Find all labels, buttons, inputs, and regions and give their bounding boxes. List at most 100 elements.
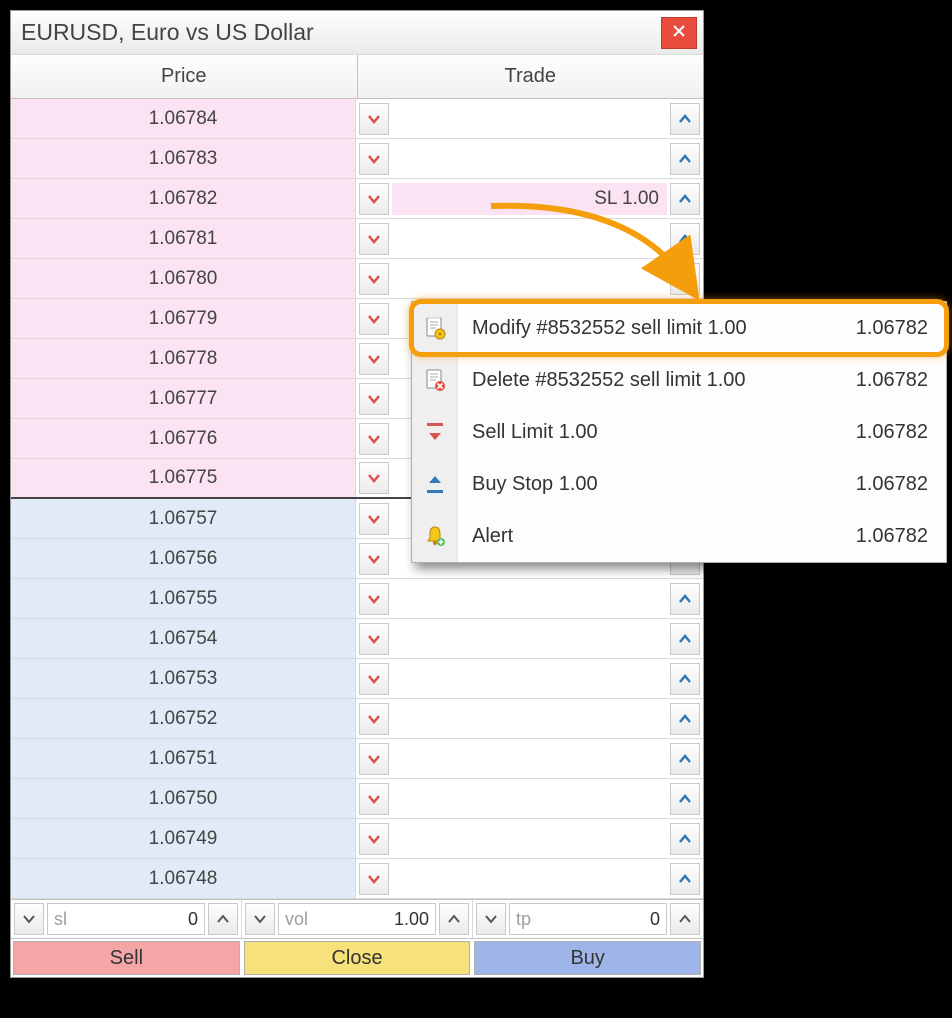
vol-input[interactable]: vol 1.00	[278, 903, 436, 935]
trade-label	[392, 143, 667, 175]
price-cell: 1.06757	[11, 499, 356, 538]
tp-decrement[interactable]	[476, 903, 506, 935]
trade-label	[392, 223, 667, 255]
close-button[interactable]	[661, 17, 697, 49]
price-row[interactable]: 1.06781	[11, 219, 703, 259]
context-menu-price: 1.06782	[856, 525, 946, 548]
row-sell-button[interactable]	[359, 663, 389, 695]
sl-input[interactable]: sl 0	[47, 903, 205, 935]
context-menu-label: Sell Limit 1.00	[458, 421, 598, 444]
row-sell-button[interactable]	[359, 383, 389, 415]
row-sell-button[interactable]	[359, 823, 389, 855]
row-buy-button[interactable]	[670, 103, 700, 135]
price-cell: 1.06782	[11, 179, 356, 218]
row-sell-button[interactable]	[359, 583, 389, 615]
context-menu-price: 1.06782	[856, 421, 946, 444]
chevron-up-icon	[678, 632, 692, 646]
trade-label	[392, 743, 667, 775]
sell-button[interactable]: Sell	[13, 941, 240, 975]
price-cell: 1.06778	[11, 339, 356, 378]
row-sell-button[interactable]	[359, 462, 389, 494]
row-sell-button[interactable]	[359, 623, 389, 655]
vol-label: vol	[285, 909, 308, 930]
tp-input[interactable]: tp 0	[509, 903, 667, 935]
row-sell-button[interactable]	[359, 783, 389, 815]
context-menu-item[interactable]: Buy Stop 1.001.06782	[412, 458, 946, 510]
chevron-down-icon	[367, 592, 381, 606]
trade-cell	[356, 619, 703, 658]
price-row[interactable]: 1.06780	[11, 259, 703, 299]
vol-decrement[interactable]	[245, 903, 275, 935]
row-sell-button[interactable]	[359, 303, 389, 335]
vol-increment[interactable]	[439, 903, 469, 935]
trade-label	[392, 823, 667, 855]
chevron-down-icon	[22, 912, 36, 926]
trade-label	[392, 103, 667, 135]
price-row[interactable]: 1.06752	[11, 699, 703, 739]
tp-label: tp	[516, 909, 531, 930]
row-sell-button[interactable]	[359, 143, 389, 175]
chevron-up-icon	[678, 232, 692, 246]
row-buy-button[interactable]	[670, 743, 700, 775]
context-menu-item[interactable]: Sell Limit 1.00 1.06782	[412, 406, 946, 458]
sl-label: sl	[54, 909, 67, 930]
row-buy-button[interactable]	[670, 663, 700, 695]
context-menu-item[interactable]: Delete #8532552 sell limit 1.001.06782	[412, 354, 946, 406]
chevron-up-icon	[678, 152, 692, 166]
depth-of-market-panel: EURUSD, Euro vs US Dollar Price Trade 1.…	[10, 10, 704, 978]
price-row[interactable]: 1.06755	[11, 579, 703, 619]
context-menu-price: 1.06782	[856, 317, 946, 340]
chevron-up-icon	[678, 272, 692, 286]
row-sell-button[interactable]	[359, 423, 389, 455]
row-buy-button[interactable]	[670, 783, 700, 815]
price-cell: 1.06752	[11, 699, 356, 738]
trade-cell	[356, 819, 703, 858]
row-buy-button[interactable]	[670, 263, 700, 295]
row-buy-button[interactable]	[670, 223, 700, 255]
row-sell-button[interactable]	[359, 343, 389, 375]
tp-increment[interactable]	[670, 903, 700, 935]
trade-label	[392, 663, 667, 695]
row-sell-button[interactable]	[359, 103, 389, 135]
row-buy-button[interactable]	[670, 183, 700, 215]
chevron-down-icon	[367, 312, 381, 326]
price-row[interactable]: 1.06751	[11, 739, 703, 779]
price-cell: 1.06777	[11, 379, 356, 418]
chevron-down-icon	[367, 232, 381, 246]
row-sell-button[interactable]	[359, 703, 389, 735]
context-menu-item[interactable]: Modify #8532552 sell limit 1.001.06782	[412, 302, 946, 354]
row-buy-button[interactable]	[670, 863, 700, 895]
chevron-up-icon	[678, 872, 692, 886]
sl-decrement[interactable]	[14, 903, 44, 935]
row-buy-button[interactable]	[670, 623, 700, 655]
row-buy-button[interactable]	[670, 703, 700, 735]
row-buy-button[interactable]	[670, 583, 700, 615]
price-row[interactable]: 1.06748	[11, 859, 703, 899]
price-row[interactable]: 1.06749	[11, 819, 703, 859]
price-row[interactable]: 1.06784	[11, 99, 703, 139]
footer-spinners: sl 0 vol 1.00 tp 0	[11, 899, 703, 939]
chevron-down-icon	[367, 272, 381, 286]
row-sell-button[interactable]	[359, 543, 389, 575]
chevron-down-icon	[367, 192, 381, 206]
row-sell-button[interactable]	[359, 223, 389, 255]
row-sell-button[interactable]	[359, 263, 389, 295]
buy-button[interactable]: Buy	[474, 941, 701, 975]
chevron-up-icon	[216, 912, 230, 926]
close-position-button[interactable]: Close	[244, 941, 471, 975]
price-row[interactable]: 1.06753	[11, 659, 703, 699]
row-sell-button[interactable]	[359, 503, 389, 535]
price-row[interactable]: 1.06750	[11, 779, 703, 819]
price-row[interactable]: 1.06783	[11, 139, 703, 179]
row-buy-button[interactable]	[670, 823, 700, 855]
price-row[interactable]: 1.06782SL 1.00	[11, 179, 703, 219]
row-sell-button[interactable]	[359, 183, 389, 215]
trade-label	[392, 583, 667, 615]
sl-increment[interactable]	[208, 903, 238, 935]
context-menu-item[interactable]: Alert1.06782	[412, 510, 946, 562]
row-sell-button[interactable]	[359, 863, 389, 895]
trade-cell	[356, 739, 703, 778]
row-buy-button[interactable]	[670, 143, 700, 175]
price-row[interactable]: 1.06754	[11, 619, 703, 659]
row-sell-button[interactable]	[359, 743, 389, 775]
